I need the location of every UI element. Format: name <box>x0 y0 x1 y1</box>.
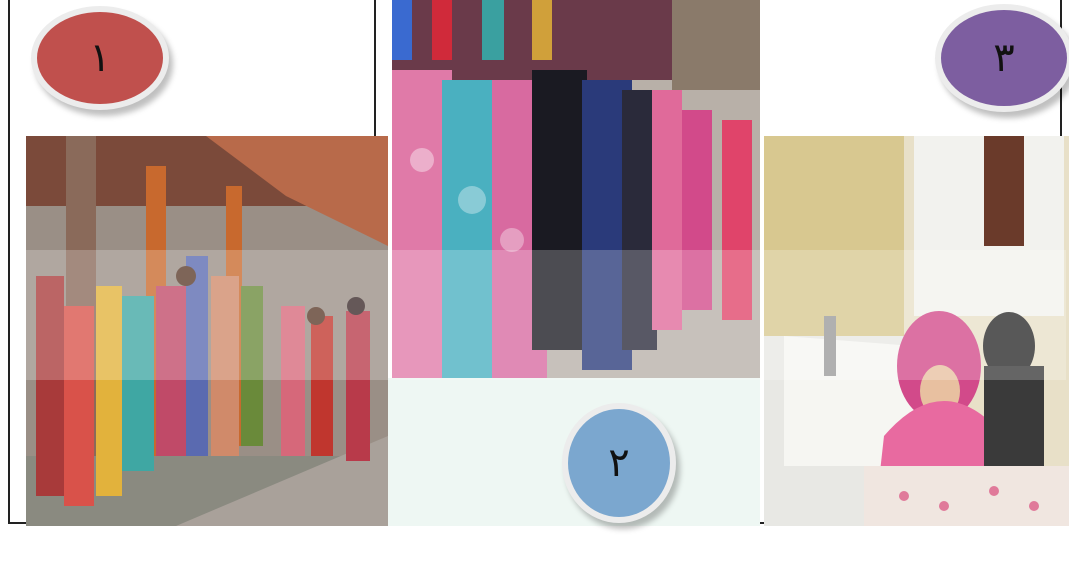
collage-frame: ١ ٢ ٣ <box>0 0 1069 529</box>
divider-left <box>374 0 376 136</box>
badge-label: ١ <box>89 35 111 81</box>
badge-number-3: ٣ <box>941 10 1067 106</box>
badge-number-1: ١ <box>37 12 163 104</box>
badge-label: ٣ <box>993 35 1015 81</box>
overlay-band <box>26 250 1066 380</box>
badge-number-2: ٢ <box>568 409 670 517</box>
badge-label: ٢ <box>608 440 630 486</box>
